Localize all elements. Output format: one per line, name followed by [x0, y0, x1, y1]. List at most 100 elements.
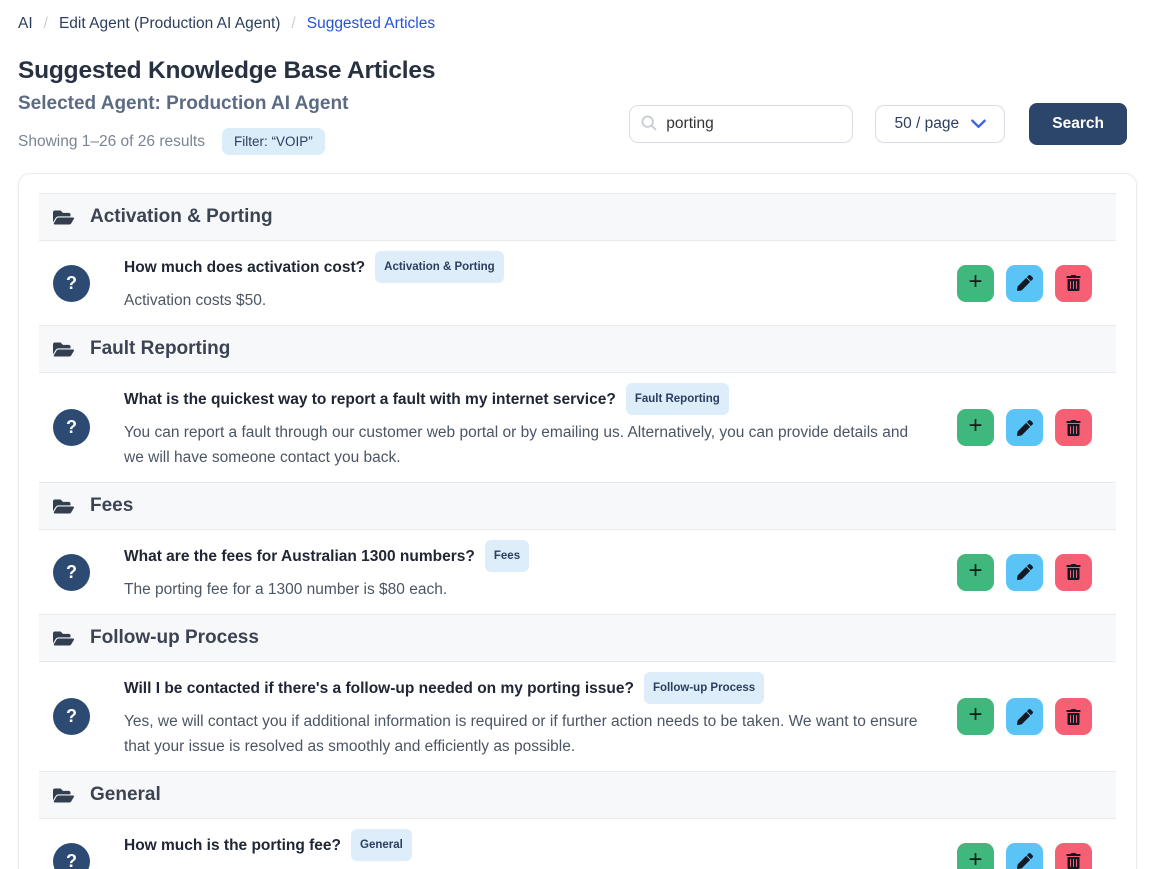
search-button[interactable]: Search [1029, 103, 1127, 145]
search-icon [640, 114, 658, 132]
category-badge: Follow-up Process [644, 672, 764, 704]
breadcrumb-link-edit-agent[interactable]: Edit Agent (Production AI Agent) [59, 15, 280, 33]
article-row: ? How much does activation cost? Activati… [39, 241, 1116, 325]
article-question: What is the quickest way to report a fau… [124, 385, 929, 417]
question-text: What is the quickest way to report a fau… [124, 391, 616, 408]
add-article-button[interactable]: + [957, 265, 994, 302]
row-actions: + [957, 698, 1092, 735]
category-header-follow-up-process: Follow-up Process [39, 614, 1116, 662]
article-question: How much does activation cost? Activation… [124, 253, 929, 285]
trash-icon [1066, 853, 1081, 869]
article-answer: Yes, we will contact you if additional i… [124, 709, 929, 759]
add-article-button[interactable]: + [957, 409, 994, 446]
row-actions: + [957, 265, 1092, 302]
article-content: How much does activation cost? Activation… [124, 253, 957, 313]
pencil-icon [1017, 709, 1033, 725]
edit-article-button[interactable] [1006, 698, 1043, 735]
article-question: How much is the porting fee?General [124, 831, 929, 863]
page-title: Suggested Knowledge Base Articles [18, 57, 1137, 85]
plus-icon: + [968, 848, 982, 869]
plus-icon: + [968, 703, 982, 727]
page-size-value: 50 / page [894, 115, 959, 133]
article-question: What are the fees for Australian 1300 nu… [124, 542, 929, 574]
question-mark-icon: ? [53, 554, 90, 591]
page: AI / Edit Agent (Production AI Agent) / … [0, 0, 1155, 869]
article-row: ? What are the fees for Australian 1300 … [39, 530, 1116, 614]
pencil-icon [1017, 564, 1033, 580]
category-badge: Fault Reporting [626, 383, 729, 415]
question-text: What are the fees for Australian 1300 nu… [124, 548, 475, 565]
add-article-button[interactable]: + [957, 843, 994, 869]
edit-article-button[interactable] [1006, 265, 1043, 302]
delete-article-button[interactable] [1055, 843, 1092, 869]
folder-open-icon [53, 339, 74, 360]
category-title: Fault Reporting [90, 338, 230, 360]
category-header-fees: Fees [39, 482, 1116, 530]
search-box [629, 105, 853, 143]
article-question: Will I be contacted if there's a follow-… [124, 674, 929, 706]
question-mark-icon: ? [53, 409, 90, 446]
question-mark-icon: ? [53, 698, 90, 735]
delete-article-button[interactable] [1055, 265, 1092, 302]
article-answer: The porting fee for a 1300 number is $80… [124, 577, 929, 602]
search-input[interactable] [629, 105, 853, 143]
row-actions: + [957, 843, 1092, 869]
question-text: Will I be contacted if there's a follow-… [124, 680, 634, 697]
article-content: What are the fees for Australian 1300 nu… [124, 542, 957, 602]
add-article-button[interactable]: + [957, 554, 994, 591]
category-badge: Activation & Porting [375, 251, 504, 283]
folder-open-icon [53, 628, 74, 649]
category-header-general: General [39, 771, 1116, 819]
delete-article-button[interactable] [1055, 554, 1092, 591]
trash-icon [1066, 420, 1081, 436]
article-content: What is the quickest way to report a fau… [124, 385, 957, 470]
category-title: Follow-up Process [90, 627, 259, 649]
delete-article-button[interactable] [1055, 409, 1092, 446]
category-header-activation-porting: Activation & Porting [39, 193, 1116, 241]
breadcrumb-separator: / [291, 15, 295, 33]
add-article-button[interactable]: + [957, 698, 994, 735]
edit-article-button[interactable] [1006, 554, 1043, 591]
plus-icon: + [968, 414, 982, 438]
pencil-icon [1017, 275, 1033, 291]
folder-open-icon [53, 785, 74, 806]
page-size-select[interactable]: 50 / page [875, 105, 1005, 143]
breadcrumb: AI / Edit Agent (Production AI Agent) / … [18, 0, 1137, 33]
category-badge: Fees [485, 540, 529, 572]
category-title: Activation & Porting [90, 206, 273, 228]
article-row: ? How much is the porting fee?General Lo… [39, 819, 1116, 869]
article-content: Will I be contacted if there's a follow-… [124, 674, 957, 759]
row-actions: + [957, 409, 1092, 446]
edit-article-button[interactable] [1006, 409, 1043, 446]
article-answer: Activation costs $50. [124, 288, 929, 313]
question-mark-icon: ? [53, 843, 90, 869]
row-actions: + [957, 554, 1092, 591]
category-badge: General [351, 829, 412, 861]
folder-open-icon [53, 207, 74, 228]
plus-icon: + [968, 559, 982, 583]
delete-article-button[interactable] [1055, 698, 1092, 735]
pencil-icon [1017, 420, 1033, 436]
category-header-fault-reporting: Fault Reporting [39, 325, 1116, 373]
trash-icon [1066, 564, 1081, 580]
category-title: Fees [90, 495, 133, 517]
page-header: Suggested Knowledge Base Articles Select… [18, 57, 1137, 155]
category-title: General [90, 784, 161, 806]
edit-article-button[interactable] [1006, 843, 1043, 869]
article-row: ? Will I be contacted if there's a follo… [39, 662, 1116, 771]
question-text: How much does activation cost? [124, 259, 365, 276]
breadcrumb-link-suggested-articles[interactable]: Suggested Articles [307, 15, 435, 33]
breadcrumb-link-ai[interactable]: AI [18, 15, 33, 33]
chevron-down-icon [971, 119, 986, 129]
article-answer: You can report a fault through our custo… [124, 420, 929, 470]
search-controls: 50 / page Search [629, 103, 1127, 145]
articles-card: Activation & Porting ? How much does act… [18, 173, 1137, 869]
article-row: ? What is the quickest way to report a f… [39, 373, 1116, 482]
folder-open-icon [53, 496, 74, 517]
question-mark-icon: ? [53, 265, 90, 302]
trash-icon [1066, 709, 1081, 725]
breadcrumb-separator: / [44, 15, 48, 33]
plus-icon: + [968, 270, 982, 294]
trash-icon [1066, 275, 1081, 291]
pencil-icon [1017, 853, 1033, 869]
